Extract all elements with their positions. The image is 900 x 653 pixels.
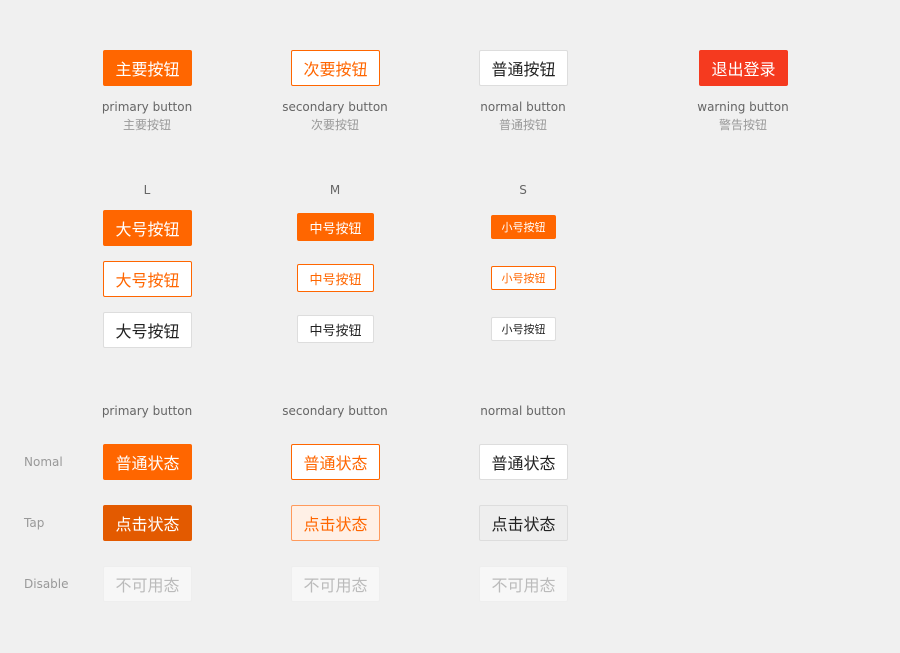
medium-normal-button[interactable]: 中号按钮: [297, 315, 374, 343]
normal-disabled-button: 不可用态: [479, 566, 568, 602]
size-label-small: S: [519, 183, 527, 197]
warning-button-caption-zh: 警告按钮: [718, 118, 767, 132]
large-primary-button[interactable]: 大号按钮: [103, 210, 192, 246]
primary-button-caption-en: primary button: [101, 100, 193, 114]
normal-button-caption-en: normal button: [480, 100, 566, 114]
primary-normal-state-button[interactable]: 普通状态: [103, 444, 192, 480]
state-row-normal-label: Nomal: [24, 455, 63, 469]
state-row-tap-label: Tap: [24, 516, 45, 530]
size-label-medium: M: [329, 183, 341, 197]
secondary-disabled-button: 不可用态: [291, 566, 380, 602]
warning-button[interactable]: 退出登录: [699, 50, 788, 86]
medium-secondary-button[interactable]: 中号按钮: [297, 264, 374, 292]
state-row-disable-label: Disable: [24, 577, 69, 591]
normal-normal-state-button[interactable]: 普通状态: [479, 444, 568, 480]
state-column-normal: normal button: [480, 404, 566, 418]
normal-button-caption-zh: 普通按钮: [498, 118, 547, 132]
primary-button[interactable]: 主要按钮: [103, 50, 192, 86]
primary-disabled-button: 不可用态: [103, 566, 192, 602]
normal-button[interactable]: 普通按钮: [479, 50, 568, 86]
normal-tap-state-button[interactable]: 点击状态: [479, 505, 568, 541]
large-secondary-button[interactable]: 大号按钮: [103, 261, 192, 297]
medium-primary-button[interactable]: 中号按钮: [297, 213, 374, 241]
primary-button-caption-zh: 主要按钮: [122, 118, 171, 132]
state-column-primary: primary button: [101, 404, 193, 418]
state-column-secondary: secondary button: [282, 404, 388, 418]
small-secondary-button[interactable]: 小号按钮: [491, 266, 556, 290]
secondary-button[interactable]: 次要按钮: [291, 50, 380, 86]
primary-tap-state-button[interactable]: 点击状态: [103, 505, 192, 541]
small-normal-button[interactable]: 小号按钮: [491, 317, 556, 341]
small-primary-button[interactable]: 小号按钮: [491, 215, 556, 239]
secondary-tap-state-button[interactable]: 点击状态: [291, 505, 380, 541]
secondary-button-caption-zh: 次要按钮: [310, 118, 359, 132]
secondary-button-caption-en: secondary button: [282, 100, 388, 114]
large-normal-button[interactable]: 大号按钮: [103, 312, 192, 348]
warning-button-caption-en: warning button: [697, 100, 789, 114]
size-label-large: L: [143, 183, 151, 197]
secondary-normal-state-button[interactable]: 普通状态: [291, 444, 380, 480]
